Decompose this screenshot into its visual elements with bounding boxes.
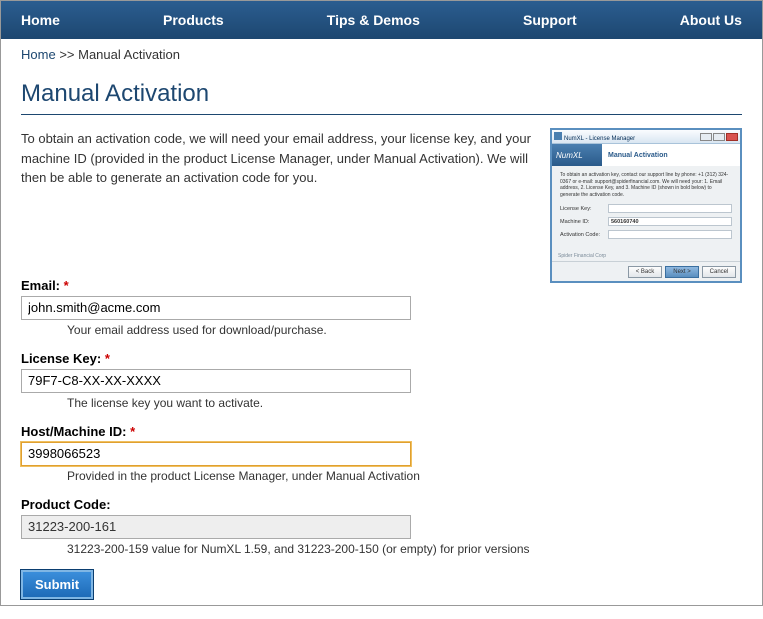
dialog-activation-label: Activation Code: [560, 232, 608, 238]
breadcrumb: Home >> Manual Activation [1, 39, 762, 70]
nav-support[interactable]: Support [523, 12, 577, 28]
dialog-license-label: License Key: [560, 206, 608, 212]
dialog-desc: To obtain an activation key, contact our… [560, 172, 732, 198]
dialog-logo: NumXL [552, 151, 602, 160]
license-manager-screenshot: NumXL - License Manager NumXL Manual Act… [550, 128, 742, 283]
dialog-back-button: < Back [628, 266, 662, 278]
required-mark: * [64, 278, 69, 293]
required-mark: * [130, 424, 135, 439]
dialog-machine-label: Machine ID: [560, 219, 608, 225]
dialog-cancel-button: Cancel [702, 266, 736, 278]
maximize-icon [713, 133, 725, 141]
breadcrumb-sep: >> [59, 47, 74, 62]
machine-id-field[interactable] [21, 442, 411, 466]
product-code-label: Product Code: [21, 497, 742, 512]
dialog-license-value [608, 204, 732, 213]
nav-home[interactable]: Home [21, 12, 60, 28]
nav-about-us[interactable]: About Us [680, 12, 742, 28]
license-key-field[interactable] [21, 369, 411, 393]
nav-products[interactable]: Products [163, 12, 224, 28]
dialog-next-button: Next > [665, 266, 699, 278]
dialog-machine-value: 560160740 [608, 217, 732, 226]
dialog-header-text: Manual Activation [602, 144, 740, 166]
page-title: Manual Activation [21, 80, 742, 115]
intro-text: To obtain an activation code, we will ne… [21, 129, 531, 188]
breadcrumb-home-link[interactable]: Home [21, 47, 56, 62]
dialog-corp: Spider Financial Corp [558, 253, 606, 259]
activation-form: Email: * Your email address used for dow… [21, 278, 742, 599]
breadcrumb-current: Manual Activation [78, 47, 180, 62]
license-label: License Key: * [21, 351, 742, 366]
dialog-activation-value [608, 230, 732, 239]
submit-button[interactable]: Submit [21, 570, 93, 599]
required-mark: * [105, 351, 110, 366]
minimize-icon [700, 133, 712, 141]
top-nav: Home Products Tips & Demos Support About… [1, 1, 762, 39]
machine-id-help: Provided in the product License Manager,… [67, 469, 742, 483]
product-code-field[interactable] [21, 515, 411, 539]
email-field[interactable] [21, 296, 411, 320]
email-help: Your email address used for download/pur… [67, 323, 742, 337]
machine-id-label: Host/Machine ID: * [21, 424, 742, 439]
dialog-title: NumXL - License Manager [554, 132, 635, 142]
close-icon [726, 133, 738, 141]
product-code-help: 31223-200-159 value for NumXL 1.59, and … [67, 542, 742, 556]
nav-tips-demos[interactable]: Tips & Demos [327, 12, 420, 28]
license-help: The license key you want to activate. [67, 396, 742, 410]
